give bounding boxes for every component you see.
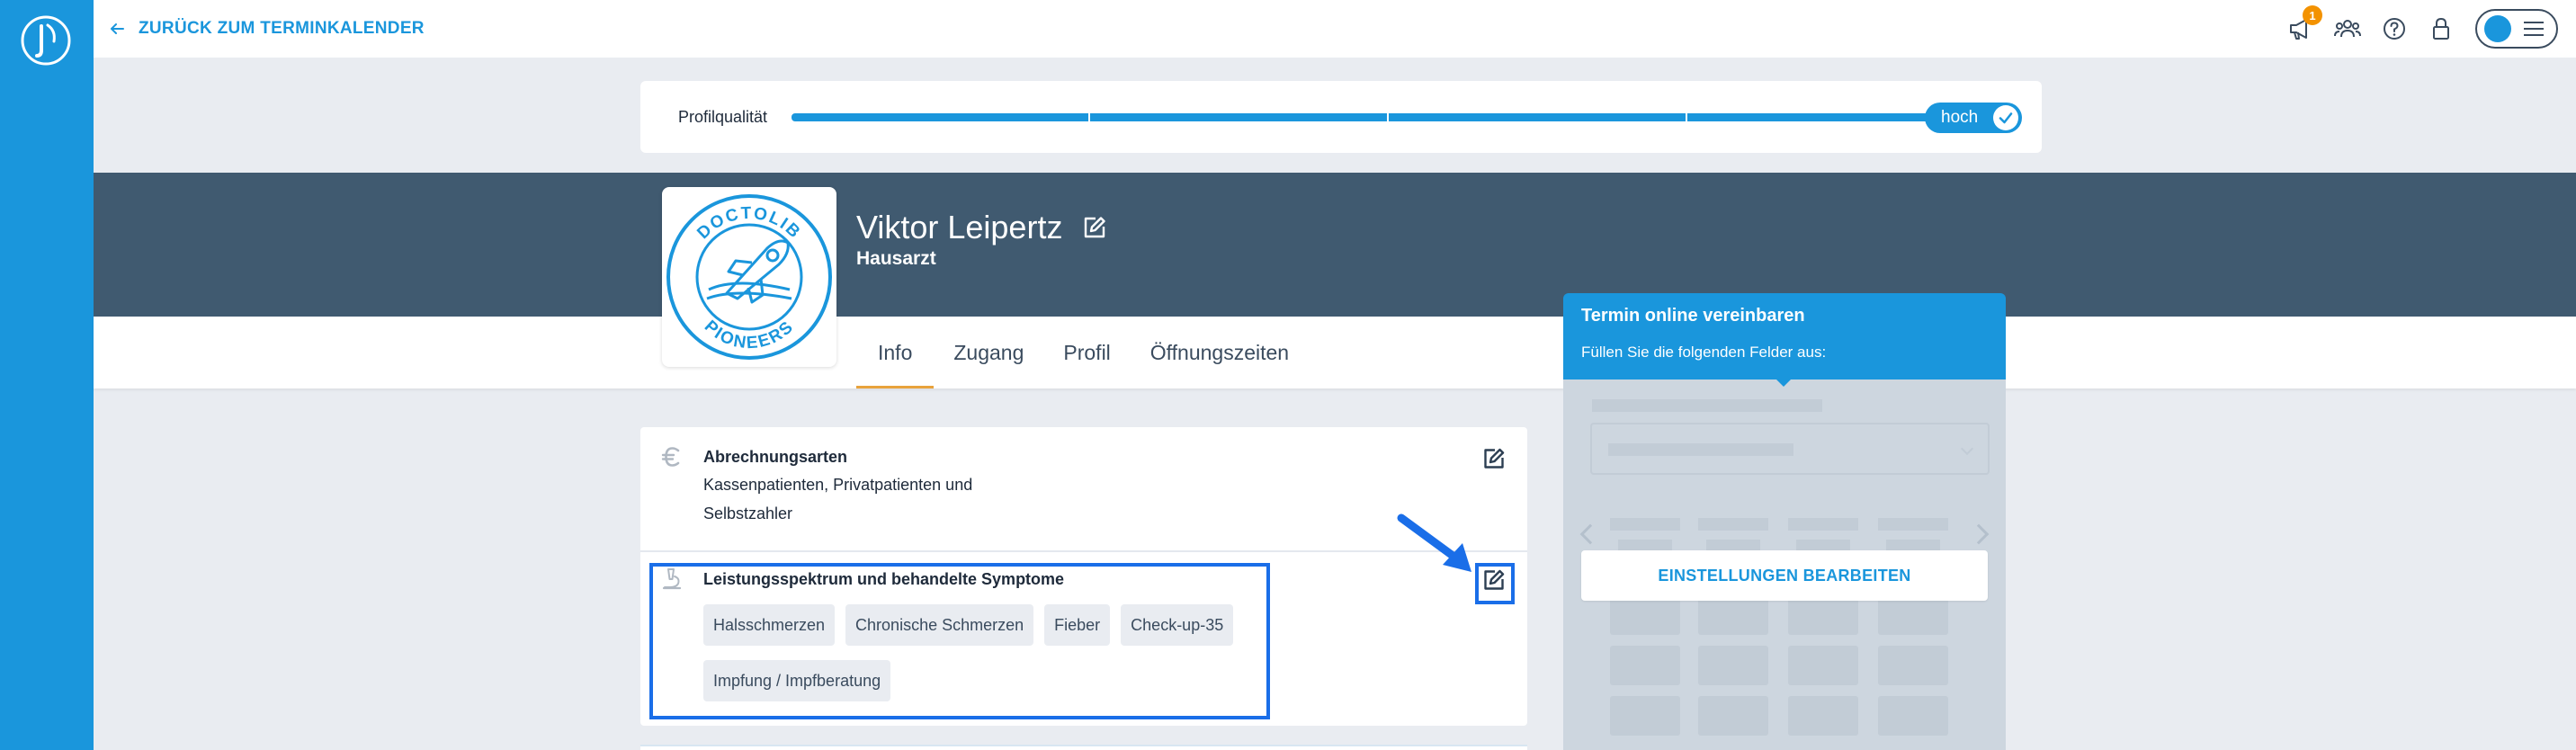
- edit-name-icon[interactable]: [1082, 215, 1107, 240]
- profile-header: [94, 173, 2576, 317]
- placeholder-slot: [1698, 696, 1768, 736]
- edit-button-highlight-frame: [1475, 563, 1515, 604]
- profile-tabs: Info Zugang Profil Öffnungszeiten: [856, 317, 1309, 388]
- doctolib-pioneers-badge: DOCTOLIB PIONEERS: [666, 194, 832, 360]
- help-circle-icon: [2384, 18, 2405, 40]
- billing-section: Abrechnungsarten Kassenpatienten, Privat…: [640, 427, 1527, 552]
- booking-subtitle: Füllen Sie die folgenden Felder aus:: [1581, 344, 1827, 361]
- team-button[interactable]: [2324, 0, 2371, 58]
- back-link-label: ZURÜCK ZUM TERMINKALENDER: [139, 19, 425, 38]
- placeholder-slot: [1698, 595, 1768, 635]
- quality-level-pill: hoch: [1925, 103, 2022, 133]
- tab-zugang[interactable]: Zugang: [934, 317, 1043, 388]
- edit-icon: [1484, 448, 1505, 469]
- placeholder-slot: [1878, 646, 1948, 685]
- menu-icon: [2524, 22, 2544, 36]
- doctor-name-text: Viktor Leipertz: [856, 209, 1063, 246]
- placeholder-slot: [1878, 595, 1948, 635]
- billing-text: Kassenpatienten, Privatpatienten und Sel…: [703, 476, 973, 522]
- tab-info[interactable]: Info: [856, 317, 935, 388]
- edit-settings-button[interactable]: EINSTELLUNGEN BEARBEITEN: [1581, 550, 1988, 601]
- booking-widget: Termin online vereinbaren Füllen Sie die…: [1563, 293, 2006, 750]
- placeholder-slot: [1788, 696, 1858, 736]
- quality-bar-divider: [1387, 113, 1389, 121]
- check-icon: [1993, 105, 2018, 130]
- quality-bar-divider: [1088, 113, 1090, 121]
- placeholder-line: [1592, 399, 1822, 412]
- placeholder-slot: [1698, 646, 1768, 685]
- tab-profil[interactable]: Profil: [1043, 317, 1130, 388]
- sidebar: [0, 0, 94, 750]
- quality-bar-divider: [1686, 113, 1687, 121]
- tab-oeffnungszeiten[interactable]: Öffnungszeiten: [1131, 317, 1309, 388]
- chevron-right-icon: [1968, 523, 1990, 545]
- placeholder-slot: [1788, 595, 1858, 635]
- booking-title: Termin online vereinbaren: [1581, 306, 1805, 326]
- lock-button[interactable]: [2418, 0, 2464, 58]
- booking-preview: EINSTELLUNGEN BEARBEITEN: [1563, 379, 2006, 750]
- profile-picture[interactable]: DOCTOLIB PIONEERS: [662, 187, 836, 367]
- services-highlight-frame: [649, 563, 1270, 719]
- placeholder-slot: [1878, 696, 1948, 736]
- svg-text:DOCTOLIB: DOCTOLIB: [693, 204, 804, 243]
- doctor-specialty: Hausarzt: [856, 248, 936, 269]
- profile-quality-card: Profilqualität hoch: [640, 81, 2042, 153]
- pointer-arrow-icon: [1397, 513, 1471, 572]
- users-icon: [2334, 20, 2361, 38]
- placeholder-slot: [1788, 646, 1858, 685]
- next-card: [640, 745, 1527, 750]
- svg-text:PIONEERS: PIONEERS: [701, 317, 798, 353]
- profile-quality-label: Profilqualität: [678, 108, 768, 126]
- top-bar: ZURÜCK ZUM TERMINKALENDER 1: [94, 0, 2576, 58]
- placeholder-slot: [1610, 696, 1680, 736]
- announcements-button[interactable]: 1: [2277, 0, 2324, 58]
- tabs-bar: [94, 317, 2576, 388]
- notification-badge: 1: [2303, 5, 2322, 25]
- top-icons: 1: [2277, 0, 2576, 58]
- booking-notch: [1775, 379, 1792, 387]
- doctolib-logo[interactable]: [20, 14, 72, 67]
- profile-quality-bar: [792, 113, 1963, 121]
- back-to-calendar-link[interactable]: ZURÜCK ZUM TERMINKALENDER: [108, 0, 425, 58]
- avatar: [2484, 15, 2511, 42]
- edit-billing-button[interactable]: [1480, 445, 1507, 472]
- help-button[interactable]: [2371, 0, 2418, 58]
- placeholder-slot: [1610, 595, 1680, 635]
- billing-title: Abrechnungsarten: [703, 448, 848, 466]
- placeholder-slot: [1610, 646, 1680, 685]
- doctor-name: Viktor Leipertz: [856, 209, 1107, 246]
- chevron-left-icon: [1579, 523, 1601, 545]
- user-menu-toggle[interactable]: [2475, 9, 2558, 49]
- euro-icon: [661, 447, 680, 467]
- lock-icon: [2433, 17, 2449, 40]
- placeholder-select: [1590, 423, 1990, 475]
- arrow-left-icon: [111, 23, 124, 34]
- quality-level-label: hoch: [1941, 108, 1979, 127]
- booking-header: Termin online vereinbaren Füllen Sie die…: [1563, 293, 2006, 379]
